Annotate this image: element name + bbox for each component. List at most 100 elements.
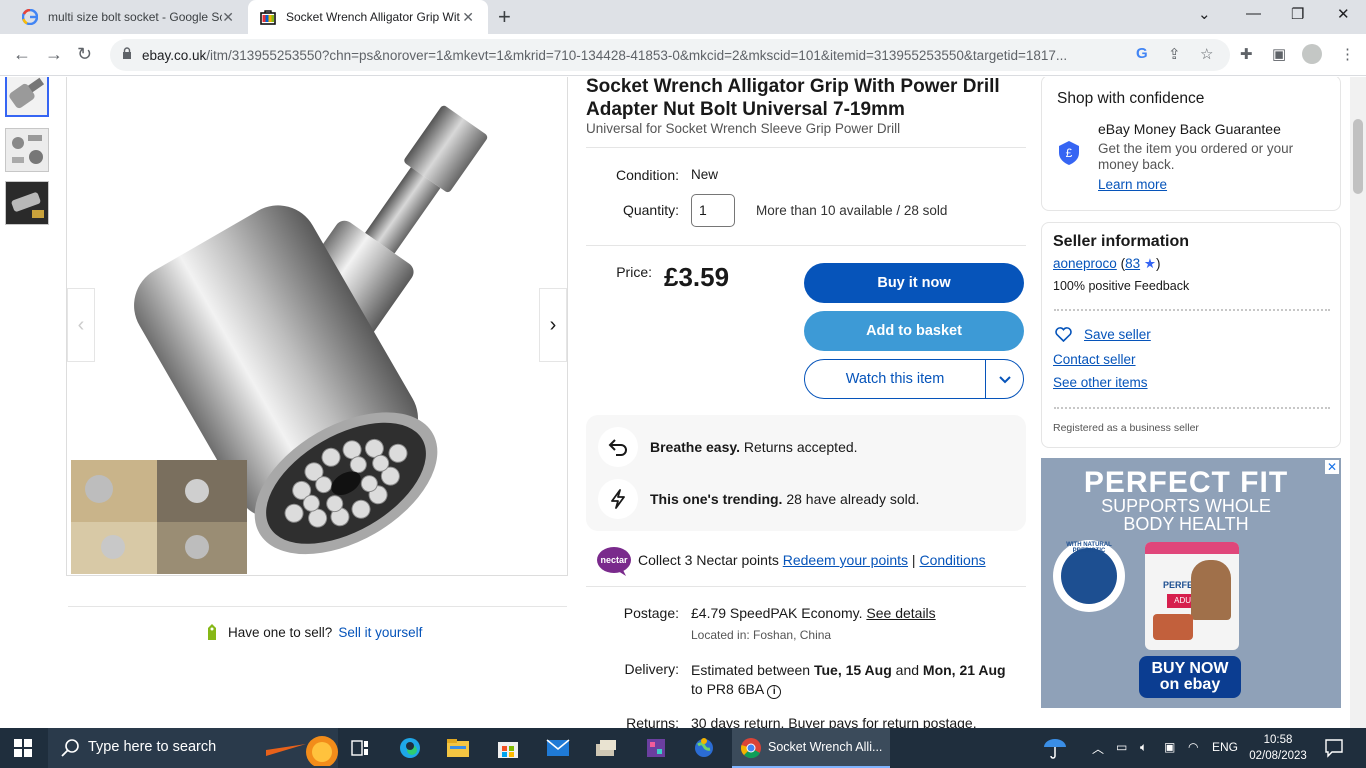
google-lens-icon[interactable]: G xyxy=(1136,45,1148,62)
svg-text:nectar: nectar xyxy=(600,555,628,565)
notifications-icon[interactable] xyxy=(1324,738,1344,758)
file-explorer-icon[interactable] xyxy=(444,734,472,762)
item-subtitle: Universal for Socket Wrench Sleeve Grip … xyxy=(586,121,901,136)
windows-start-icon[interactable] xyxy=(14,739,32,757)
divider xyxy=(1054,309,1330,311)
page-scrollbar[interactable] xyxy=(1350,77,1366,728)
photos-app-icon[interactable] xyxy=(592,734,620,762)
security-icon[interactable]: ▣ xyxy=(1164,740,1175,754)
next-image-button[interactable]: › xyxy=(539,288,567,362)
shop-with-confidence-card: Shop with confidence £ eBay Money Back G… xyxy=(1041,77,1341,211)
bookmark-star-icon[interactable]: ☆ xyxy=(1200,45,1213,63)
see-details-link[interactable]: See details xyxy=(866,605,935,621)
side-panel-icon[interactable]: ▣ xyxy=(1272,45,1286,63)
delivery-label: Delivery: xyxy=(624,661,679,677)
thumbnail-1[interactable] xyxy=(5,77,49,117)
positive-feedback: 100% positive Feedback xyxy=(1053,279,1190,293)
trending-highlight: This one's trending. 28 have already sol… xyxy=(650,491,920,507)
divider xyxy=(586,586,1026,587)
divider xyxy=(1054,407,1330,409)
search-highlight-sun-icon xyxy=(266,736,338,766)
close-tab-icon[interactable]: ✕ xyxy=(222,9,234,26)
battery-icon[interactable]: ▭ xyxy=(1116,740,1127,754)
highlights-box: Breathe easy. Returns accepted. This one… xyxy=(586,415,1026,531)
reload-icon[interactable]: ↻ xyxy=(77,44,92,65)
socket-wrench-photo xyxy=(71,105,488,574)
forward-icon[interactable]: → xyxy=(45,44,63,65)
tab-search-chevron-icon[interactable]: ⌄ xyxy=(1198,5,1211,23)
extensions-icon[interactable]: ✚ xyxy=(1240,45,1253,63)
feedback-score-link[interactable]: 83 xyxy=(1125,256,1140,271)
contact-seller-link[interactable]: Contact seller xyxy=(1053,352,1136,367)
lock-icon xyxy=(123,47,131,59)
divider xyxy=(68,606,567,607)
quantity-label: Quantity: xyxy=(622,202,679,218)
seller-heading: Seller information xyxy=(1053,233,1190,250)
clock-date: 02/08/2023 xyxy=(1249,750,1307,762)
taskbar-search-box[interactable]: Type here to search xyxy=(48,728,338,768)
redeem-points-link[interactable]: Redeem your points xyxy=(783,552,908,568)
chevron-down-icon[interactable] xyxy=(995,369,1015,389)
wifi-icon[interactable]: ◠ xyxy=(1188,740,1198,754)
tab-ebay-item[interactable]: Socket Wrench Alligator Grip Wit ✕ xyxy=(248,0,488,34)
save-seller-link[interactable]: Save seller xyxy=(1084,327,1151,342)
buy-it-now-button[interactable]: Buy it now xyxy=(804,263,1024,303)
thumbnail-2[interactable] xyxy=(5,128,49,172)
minimize-icon[interactable]: — xyxy=(1246,5,1261,22)
ad-subline-1: SUPPORTS WHOLE xyxy=(1101,496,1271,516)
app-icon[interactable] xyxy=(642,734,670,762)
thumbnail-3[interactable] xyxy=(5,181,49,225)
see-other-items-link[interactable]: See other items xyxy=(1053,375,1148,390)
scrollbar-thumb[interactable] xyxy=(1353,119,1363,194)
watch-item-button[interactable]: Watch this item xyxy=(804,359,1024,399)
nectar-text: Collect 3 Nectar points Redeem your poin… xyxy=(638,552,986,568)
guarantee-title: eBay Money Back Guarantee xyxy=(1098,121,1281,137)
microsoft-store-icon[interactable] xyxy=(494,734,522,762)
main-product-image[interactable] xyxy=(66,77,568,576)
nectar-logo-icon: nectar xyxy=(597,547,631,576)
taskbar-chrome-window[interactable]: Socket Wrench Alli... xyxy=(732,728,890,768)
back-icon[interactable]: ← xyxy=(13,44,31,65)
tab-google-search[interactable]: multi size bolt socket - Google Sc ✕ xyxy=(8,0,248,34)
quantity-input[interactable]: 1 xyxy=(691,194,735,227)
conditions-link[interactable]: Conditions xyxy=(919,552,985,568)
profile-avatar[interactable] xyxy=(1302,44,1322,64)
task-view-icon[interactable] xyxy=(346,734,374,762)
globe-app-icon[interactable] xyxy=(690,734,718,762)
edge-icon[interactable] xyxy=(396,734,424,762)
close-tab-icon[interactable]: ✕ xyxy=(462,9,474,26)
returns-value: 30 days return. Buyer pays for return po… xyxy=(691,715,977,728)
maximize-icon[interactable]: ❐ xyxy=(1291,5,1304,23)
returns-highlight: Breathe easy. Returns accepted. xyxy=(650,439,858,455)
add-to-basket-button[interactable]: Add to basket xyxy=(804,311,1024,351)
taskbar-clock[interactable]: 10:58 02/08/2023 xyxy=(1248,732,1308,764)
weather-umbrella-icon[interactable] xyxy=(1042,737,1068,759)
postage-label: Postage: xyxy=(623,605,679,621)
returns-label: Returns: xyxy=(626,715,679,728)
sell-it-yourself-link[interactable]: Sell it yourself xyxy=(338,625,422,640)
close-window-icon[interactable]: ✕ xyxy=(1337,5,1350,23)
item-title: Socket Wrench Alligator Grip With Power … xyxy=(586,77,1000,120)
business-seller-note: Registered as a business seller xyxy=(1053,422,1199,434)
ebay-bag-icon xyxy=(260,10,276,25)
show-hidden-icons-chevron-icon[interactable]: ︿ xyxy=(1092,740,1104,757)
share-icon[interactable]: ⇪ xyxy=(1168,45,1181,63)
condition-label: Condition: xyxy=(615,167,679,183)
mail-icon[interactable] xyxy=(544,734,572,762)
address-bar[interactable]: ebay.co.uk/itm/313955253550?chn=ps&norov… xyxy=(110,39,1230,71)
ad-buy-now-button[interactable]: BUY NOW on ebay xyxy=(1139,656,1241,698)
menu-kebab-icon[interactable]: ⋮ xyxy=(1340,45,1355,63)
price-tag-icon xyxy=(208,624,216,640)
seller-information-card: Seller information aoneproco (83 ★) 100%… xyxy=(1041,222,1341,448)
info-icon[interactable]: i xyxy=(767,685,782,699)
learn-more-link[interactable]: Learn more xyxy=(1098,177,1167,192)
prev-image-button[interactable]: ‹ xyxy=(67,288,95,362)
heart-icon[interactable] xyxy=(1055,327,1072,342)
search-placeholder: Type here to search xyxy=(88,739,217,755)
advertisement-banner[interactable]: ✕ PERFECT FIT SUPPORTS WHOLE BODY HEALTH… xyxy=(1041,458,1341,708)
language-indicator[interactable]: ENG xyxy=(1212,740,1238,754)
volume-icon[interactable]: 🔈︎ xyxy=(1140,740,1147,755)
seller-name-link[interactable]: aoneproco xyxy=(1053,256,1117,271)
shield-pound-icon: £ xyxy=(1059,141,1079,165)
new-tab-icon[interactable]: + xyxy=(498,4,511,30)
